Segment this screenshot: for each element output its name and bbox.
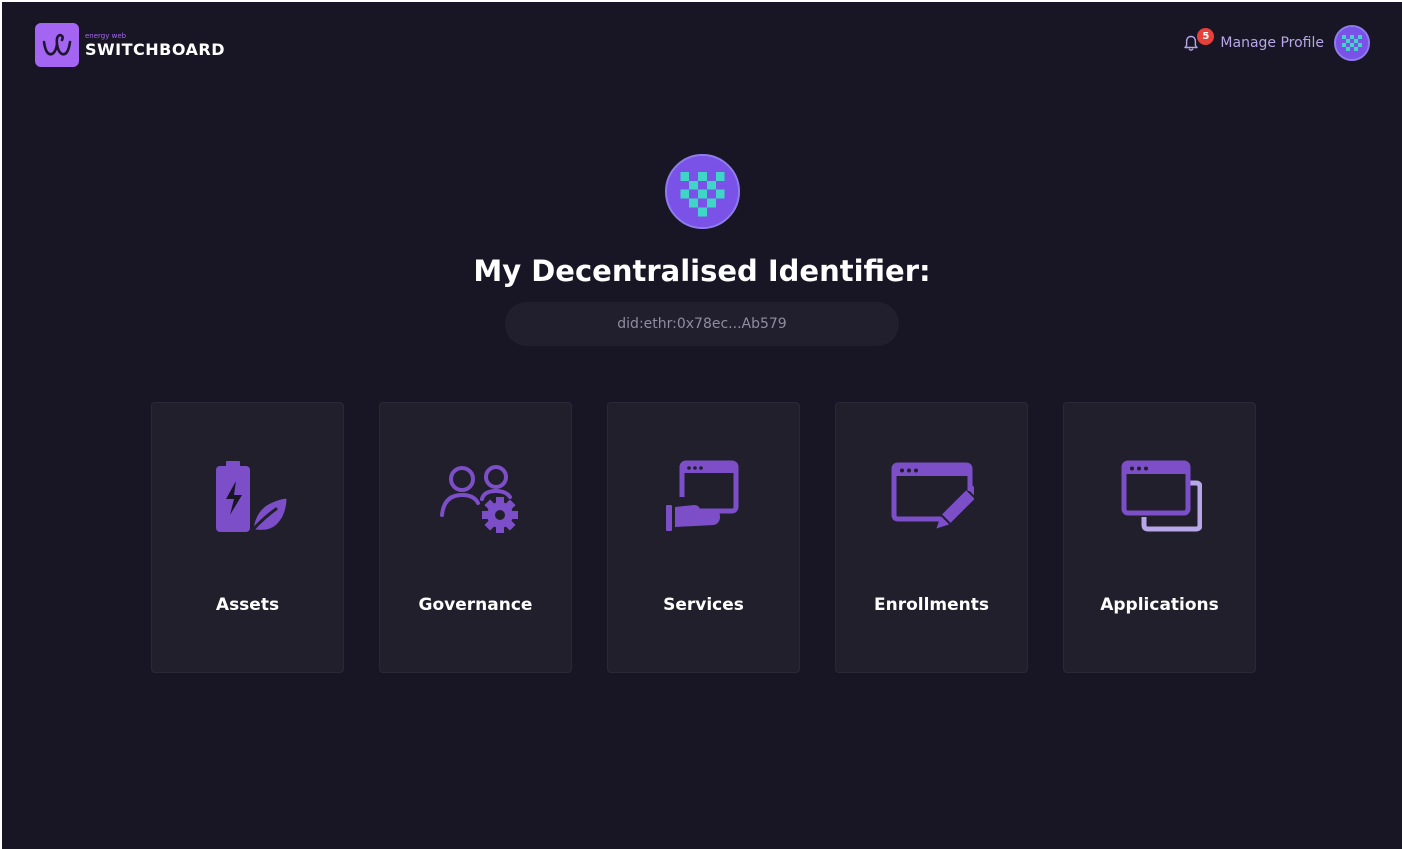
profile-avatar[interactable] <box>1334 25 1370 61</box>
battery-leaf-icon <box>203 455 293 539</box>
card-label: Applications <box>1100 595 1219 615</box>
card-enrollments[interactable]: Enrollments <box>835 402 1028 673</box>
navigation-cards: Assets Governance Services Enrollments A… <box>151 402 1256 673</box>
card-services[interactable]: Services <box>607 402 800 673</box>
card-assets[interactable]: Assets <box>151 402 344 673</box>
hand-window-icon <box>659 455 749 539</box>
page-title: My Decentralised Identifier: <box>473 254 931 288</box>
card-label: Governance <box>418 595 533 615</box>
card-label: Assets <box>215 595 280 615</box>
window-pen-icon <box>887 455 977 539</box>
users-gear-icon <box>431 455 521 539</box>
logo-title: SWITCHBOARD <box>85 39 226 59</box>
logo-text: energy web SWITCHBOARD <box>85 31 226 59</box>
notifications-button[interactable]: 5 <box>1180 28 1215 54</box>
card-label: Enrollments <box>873 595 990 615</box>
switchboard-logo[interactable]: energy web SWITCHBOARD <box>35 23 225 67</box>
logo-subtitle: energy web <box>85 31 127 40</box>
app-frame: energy web SWITCHBOARD 5 Manage Profile <box>2 2 1402 849</box>
header-actions: 5 Manage Profile <box>1180 25 1370 61</box>
card-governance[interactable]: Governance <box>379 402 572 673</box>
identity-avatar <box>665 154 740 229</box>
did-field[interactable]: did:ethr:0x78ec...Ab579 <box>505 302 899 346</box>
card-label: Services <box>663 595 744 615</box>
energy-web-logo-icon <box>35 23 79 67</box>
did-value: did:ethr:0x78ec...Ab579 <box>617 316 787 332</box>
windows-stack-icon <box>1115 455 1205 539</box>
manage-profile-link[interactable]: Manage Profile <box>1220 35 1324 51</box>
notification-count-badge: 5 <box>1197 28 1215 45</box>
card-applications[interactable]: Applications <box>1063 402 1256 673</box>
